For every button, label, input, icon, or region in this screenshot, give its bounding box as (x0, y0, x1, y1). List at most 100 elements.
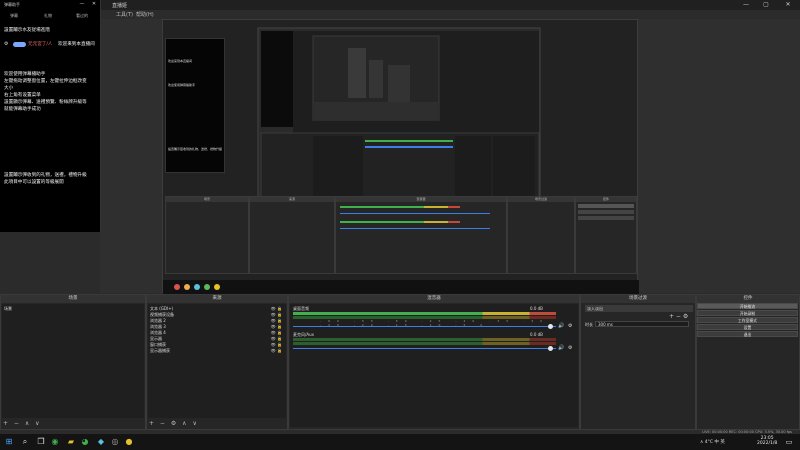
transitions-panel: 场景过渡 淡入淡出 + − ⚙ 时长 300 ms (580, 294, 696, 430)
nested-slider-desktop (340, 213, 490, 214)
source-item[interactable]: 显示器捕获 (150, 348, 170, 354)
chat-intro-line: 設置顯示彈幕、送禮預覽、粉絲牌升級等 (4, 100, 87, 105)
speaker-icon[interactable]: 🔊 (558, 323, 564, 329)
chat-assistant-window[interactable]: 弹幕助手 — ✕ 弹幕 礼物 看过的 設置鬮示水友從場進階 ⚙ 元元宮了/人 欢… (0, 0, 101, 232)
sources-toolbar[interactable]: + − ⚙ ∧ ∨ (149, 420, 199, 427)
audio-meter-desktop (293, 312, 556, 315)
menu-bar: 工具(T) 帮助(H) (100, 10, 800, 19)
nested-slider-mic (340, 228, 490, 229)
task-view-icon[interactable]: ❐ (36, 437, 46, 447)
obs-icon[interactable]: ◎ (110, 437, 120, 447)
browser-icon[interactable]: ◉ (50, 437, 60, 447)
gear-icon[interactable]: ⚙ (568, 345, 572, 351)
maximize-icon[interactable]: ▢ (760, 1, 772, 9)
exit-button[interactable]: 退出 (697, 331, 798, 337)
studio-mode-button[interactable]: 工作室模式 (697, 317, 798, 323)
notification-icon[interactable]: ▭ (784, 437, 794, 447)
speaker-icon[interactable]: 🔊 (558, 345, 564, 351)
visibility-lock-icons[interactable]: 👁 🔒 (271, 312, 282, 317)
audio-meter-mic-r (293, 342, 556, 345)
nested-start-stream (578, 204, 634, 208)
nested-scenes-title: 场景 (166, 197, 248, 202)
controls-panel-title: 控件 (697, 295, 799, 303)
volume-knob-mic[interactable] (548, 346, 553, 351)
nested-mixer-dock: 混音器 (335, 196, 507, 274)
chat-intro-line: 左键拖动调整窗位置，左键拉伸边框改变 (4, 79, 87, 84)
nested-start-record (578, 210, 634, 214)
visibility-lock-icons[interactable]: 👁 🔒 (271, 336, 282, 341)
scenes-list[interactable]: 场景 (2, 304, 144, 418)
mixer-panel: 混音器 桌面音频 0.0 dB -60 -55 -50 -45 -40 -35 … (288, 294, 580, 430)
tab-danmaku[interactable]: 弹幕 (10, 13, 18, 19)
chat-username: 元元宮了/人 (28, 42, 53, 47)
tab-gifts[interactable]: 礼物 (44, 13, 52, 19)
transition-add-remove[interactable]: + − ⚙ (669, 313, 688, 320)
minimize-icon[interactable]: — (740, 1, 752, 9)
nested-studio-mode (578, 216, 634, 220)
duration-input[interactable]: 300 ms (595, 321, 689, 327)
medal-icon: ⚙ (4, 41, 9, 47)
clock-date: 2022/1/8 (757, 441, 778, 446)
sources-panel-title: 来源 (147, 295, 287, 303)
chat-intro-line: 右上角有设置菜单 (4, 93, 41, 98)
nested-meter-desktop (340, 206, 460, 208)
nested-chat-line: 欢迎来到本直播间 (168, 59, 193, 63)
volume-slider-desktop[interactable] (293, 326, 556, 327)
chat-bottom-line: 設置鬮示彈收到的礼物，送禮，禮物升級 (4, 173, 87, 178)
minimize-icon[interactable]: — (76, 0, 88, 8)
nested-chat-window: 欢迎来到本直播间 欢迎使用弹幕播助手 設置鬮示彈收到的礼物，送禮，禮物升級 (165, 38, 225, 173)
search-icon[interactable]: ⌕ (20, 437, 30, 447)
nested-sources-dock: 来源 (249, 196, 335, 274)
scenes-panel: 场景 场景 + − ∧ ∨ (0, 294, 146, 430)
scenes-toolbar[interactable]: + − ∧ ∨ (3, 420, 42, 427)
chat-window-title: 弹幕助手 (4, 2, 20, 7)
window-titlebar[interactable]: 直播姬 — ▢ ✕ (0, 0, 800, 10)
chat-intro-line: 欢迎使用弹幕播助手 (4, 72, 46, 77)
nested-controls-title: 控件 (576, 197, 636, 202)
windows-taskbar: ⊞ ⌕ ❐ ◉ ▰ ◕ ◆ ◎ ● ∧ 4°C 中 英 23:05 2022/1… (0, 434, 800, 450)
tab-viewed[interactable]: 看过的 (76, 13, 88, 19)
start-streaming-button[interactable]: 开始推流 (697, 303, 798, 309)
menu-tools[interactable]: 工具(T) (116, 11, 133, 18)
nested-mixer-title: 混音器 (336, 197, 506, 202)
visibility-lock-icons[interactable]: 👁 🔒 (271, 342, 282, 347)
mixer-body: 桌面音频 0.0 dB -60 -55 -50 -45 -40 -35 -30 … (290, 304, 578, 427)
wechat-icon[interactable]: ◕ (80, 437, 90, 447)
visibility-lock-icons[interactable]: 👁 🔒 (271, 306, 282, 311)
visibility-lock-icons[interactable]: 👁 🔒 (271, 348, 282, 353)
app-icon-yellow[interactable]: ● (124, 437, 134, 447)
close-icon[interactable]: ✕ (782, 1, 794, 9)
transition-select[interactable]: 淡入淡出 (585, 305, 693, 312)
taskbar-clock[interactable]: 23:05 2022/1/8 (757, 436, 777, 446)
visibility-lock-icons[interactable]: 👁 🔒 (271, 330, 282, 335)
windows-start-icon[interactable]: ⊞ (4, 437, 14, 447)
gear-icon[interactable]: ⚙ (568, 323, 572, 329)
chat-welcome: 欢迎来到本直播间 (58, 42, 95, 47)
mixer-track-db: 0.0 dB (530, 332, 543, 337)
nested-transitions-dock: 场景过渡 (507, 196, 575, 274)
mixer-track-db: 0.0 dB (530, 306, 543, 311)
settings-button[interactable]: 设置 (697, 324, 798, 330)
start-recording-button[interactable]: 开始录制 (697, 310, 798, 316)
nested-controls-dock: 控件 (575, 196, 637, 274)
menu-help[interactable]: 帮助(H) (136, 11, 154, 18)
sources-list[interactable]: 文本 (GDI+) 视频捕获设备 浏览器 2 浏览器 3 浏览器 4 显示器 窗… (148, 304, 286, 418)
volume-knob-desktop[interactable] (548, 324, 553, 329)
duration-label: 时长 (585, 322, 593, 327)
app-icon[interactable]: ◆ (96, 437, 106, 447)
visibility-lock-icons[interactable]: 👁 🔒 (271, 324, 282, 329)
system-tray[interactable]: ∧ 4°C 中 英 (700, 439, 725, 445)
scene-item[interactable]: 场景 (4, 306, 12, 312)
nested-chat-intro: 欢迎使用弹幕播助手 (168, 83, 196, 87)
window-title: 直播姬 (112, 3, 128, 9)
sources-panel: 来源 文本 (GDI+) 视频捕获设备 浏览器 2 浏览器 3 浏览器 4 显示… (146, 294, 288, 430)
nested-chat-bottom: 設置鬮示彈收到的礼物，送禮，禮物升級 (168, 147, 223, 151)
folder-icon[interactable]: ▰ (66, 437, 76, 447)
volume-slider-mic[interactable] (293, 348, 556, 349)
display-capture-preview: 场景 来源 混音器 场景过渡 控件 欢迎来到本直播间 欢迎使用弹幕播助手 設置鬮… (162, 19, 639, 294)
mixer-panel-title: 混音器 (289, 295, 579, 303)
fan-badge (13, 42, 26, 47)
visibility-lock-icons[interactable]: 👁 🔒 (271, 318, 282, 323)
close-icon[interactable]: ✕ (88, 0, 100, 8)
chat-intro-line: 大小 (4, 86, 14, 91)
